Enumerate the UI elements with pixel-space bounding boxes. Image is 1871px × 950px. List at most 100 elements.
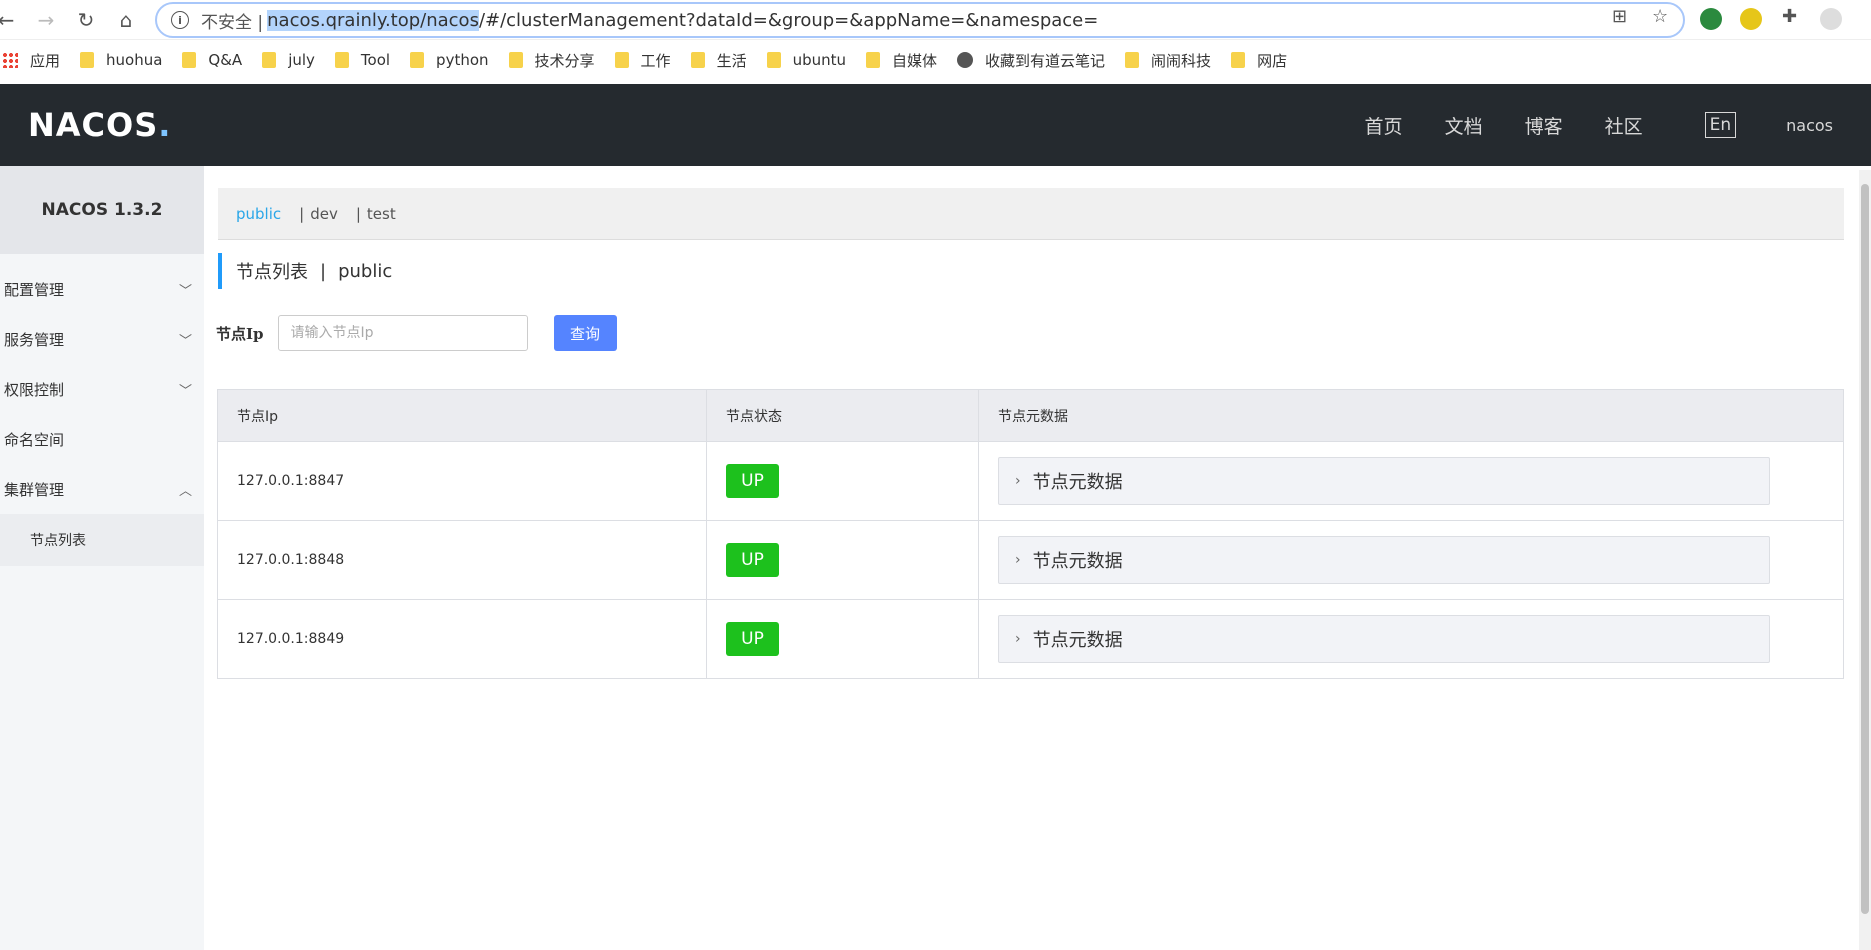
bookmark-item[interactable]: 应用 [0,50,60,71]
table-row: 127.0.0.1:8847 UP › 节点元数据 [217,441,1844,521]
sidebar-item-label: 服务管理 [4,330,65,349]
sidebar-item-cluster[interactable]: 集群管理 ︿ [0,464,204,514]
logo-text: NACOS [28,106,159,144]
folder-icon [80,52,95,68]
bookmark-item[interactable]: 工作 [614,50,671,71]
bookmark-label: 工作 [640,51,671,70]
bookmark-item[interactable]: ubuntu [766,51,846,69]
metadata-collapse[interactable]: › 节点元数据 [998,536,1770,584]
bookmark-label: july [288,51,315,69]
namespace-public[interactable]: public [236,205,281,223]
query-button[interactable]: 查询 [553,315,617,351]
bookmark-item[interactable]: 收藏到有道云笔记 [957,50,1105,71]
bookmark-item[interactable]: 网店 [1231,50,1287,71]
info-icon[interactable]: i [171,11,189,29]
node-ip-cell: 127.0.0.1:8848 [217,520,707,600]
chevron-right-icon: › [1015,473,1021,489]
sidebar-item-service[interactable]: 服务管理 ﹀ [0,314,204,364]
browser-toolbar: ← → ↻ ⌂ i 不安全 | nacos.qrainly.top/nacos/… [0,0,1871,40]
url-text[interactable]: nacos.qrainly.top/nacos/#/clusterManagem… [267,9,1098,31]
language-switch[interactable]: En [1704,112,1737,138]
bookmark-label: 网店 [1257,51,1288,70]
bookmark-item[interactable]: 自媒体 [866,50,937,71]
user-name[interactable]: nacos [1786,116,1833,135]
puzzle-icon[interactable]: ✚ [1782,6,1797,27]
status-cell: UP [706,599,979,679]
bookmark-label: 技术分享 [534,51,595,70]
folder-icon [262,52,277,68]
sidebar-item-namespace[interactable]: 命名空间 [0,414,204,464]
bookmark-item[interactable]: july [262,51,315,69]
status-badge: UP [726,622,779,656]
table-header-row: 节点Ip 节点状态 节点元数据 [217,389,1844,442]
page-scrollbar[interactable] [1859,170,1871,950]
bookmark-label: Tool [360,51,391,69]
title-divider: | [320,260,327,282]
status-badge: UP [726,464,779,498]
sidebar-item-config[interactable]: 配置管理 ﹀ [0,264,204,314]
bookmark-item[interactable]: huohua [80,51,162,69]
extension-globe-icon[interactable] [1700,8,1722,30]
chevron-down-icon: ﹀ [178,283,192,299]
bookmark-label: 应用 [30,51,61,70]
url-highlight: nacos.qrainly.top/nacos [267,9,479,31]
node-ip-cell: 127.0.0.1:8847 [217,441,707,521]
folder-icon [614,52,629,68]
nav-home[interactable]: 首页 [1365,112,1403,139]
bookmark-item[interactable]: python [410,51,489,69]
nacos-logo[interactable]: NACOS. [28,106,171,144]
reload-icon[interactable]: ↻ [74,8,98,32]
bookmark-item[interactable]: 技术分享 [508,50,595,71]
folder-icon [866,52,881,68]
metadata-label: 节点元数据 [1032,551,1123,572]
home-icon[interactable]: ⌂ [114,8,138,32]
metadata-cell: › 节点元数据 [978,520,1844,600]
bookmark-item[interactable]: 生活 [690,50,747,71]
sidebar-item-label: 权限控制 [4,380,65,399]
nav-blog[interactable]: 博客 [1525,112,1563,139]
column-header-ip: 节点Ip [217,389,707,442]
folder-icon [182,52,197,68]
nav-docs[interactable]: 文档 [1445,112,1483,139]
apps-icon [2,52,18,68]
version-label: NACOS 1.3.2 [0,166,204,254]
address-bar[interactable]: i 不安全 | nacos.qrainly.top/nacos/#/cluste… [155,2,1685,38]
sidebar-subitem-node-list[interactable]: 节点列表 [0,514,204,566]
bookmark-item[interactable]: Q&A [182,51,242,69]
metadata-collapse[interactable]: › 节点元数据 [998,457,1770,505]
back-icon[interactable]: ← [0,8,18,32]
folder-icon [1125,52,1140,68]
bookmark-label: 自媒体 [892,51,938,70]
translate-icon[interactable]: ⊞ [1612,6,1627,27]
namespace-separator: | [299,204,305,223]
bookmark-item[interactable]: Tool [334,51,391,69]
metadata-label: 节点元数据 [1032,472,1123,493]
bookmark-label: Q&A [208,51,243,69]
sidebar-item-auth[interactable]: 权限控制 ﹀ [0,364,204,414]
metadata-collapse[interactable]: › 节点元数据 [998,615,1770,663]
node-ip-input[interactable] [277,315,528,351]
page-title: 节点列表 | public [218,253,392,289]
bookmark-item[interactable]: 闹闹科技 [1125,50,1211,71]
folder-icon [1231,52,1246,68]
main-content: public | dev | test 节点列表 | public 节点Ip 查… [204,166,1844,950]
namespace-separator: | [355,204,361,223]
column-header-status: 节点状态 [706,389,979,442]
sidebar-item-label: 命名空间 [4,430,65,449]
namespace-test[interactable]: test [367,205,396,223]
profile-avatar[interactable] [1820,8,1842,30]
status-badge: UP [726,543,779,577]
bookmark-label: 生活 [716,51,747,70]
nav-community[interactable]: 社区 [1605,112,1643,139]
bookmark-label: huohua [106,51,163,69]
logo-dot: . [158,106,172,144]
search-form: 节点Ip 查询 [216,315,617,351]
namespace-dev[interactable]: dev [310,205,338,223]
extension-coin-icon[interactable] [1740,8,1762,30]
namespace-bar: public | dev | test [218,188,1844,240]
star-icon[interactable]: ☆ [1652,6,1668,27]
app-header: NACOS. 首页 文档 博客 社区 En nacos [0,84,1871,166]
scrollbar-thumb[interactable] [1861,184,1869,914]
forward-icon[interactable]: → [34,8,58,32]
chevron-up-icon: ︿ [178,483,192,499]
